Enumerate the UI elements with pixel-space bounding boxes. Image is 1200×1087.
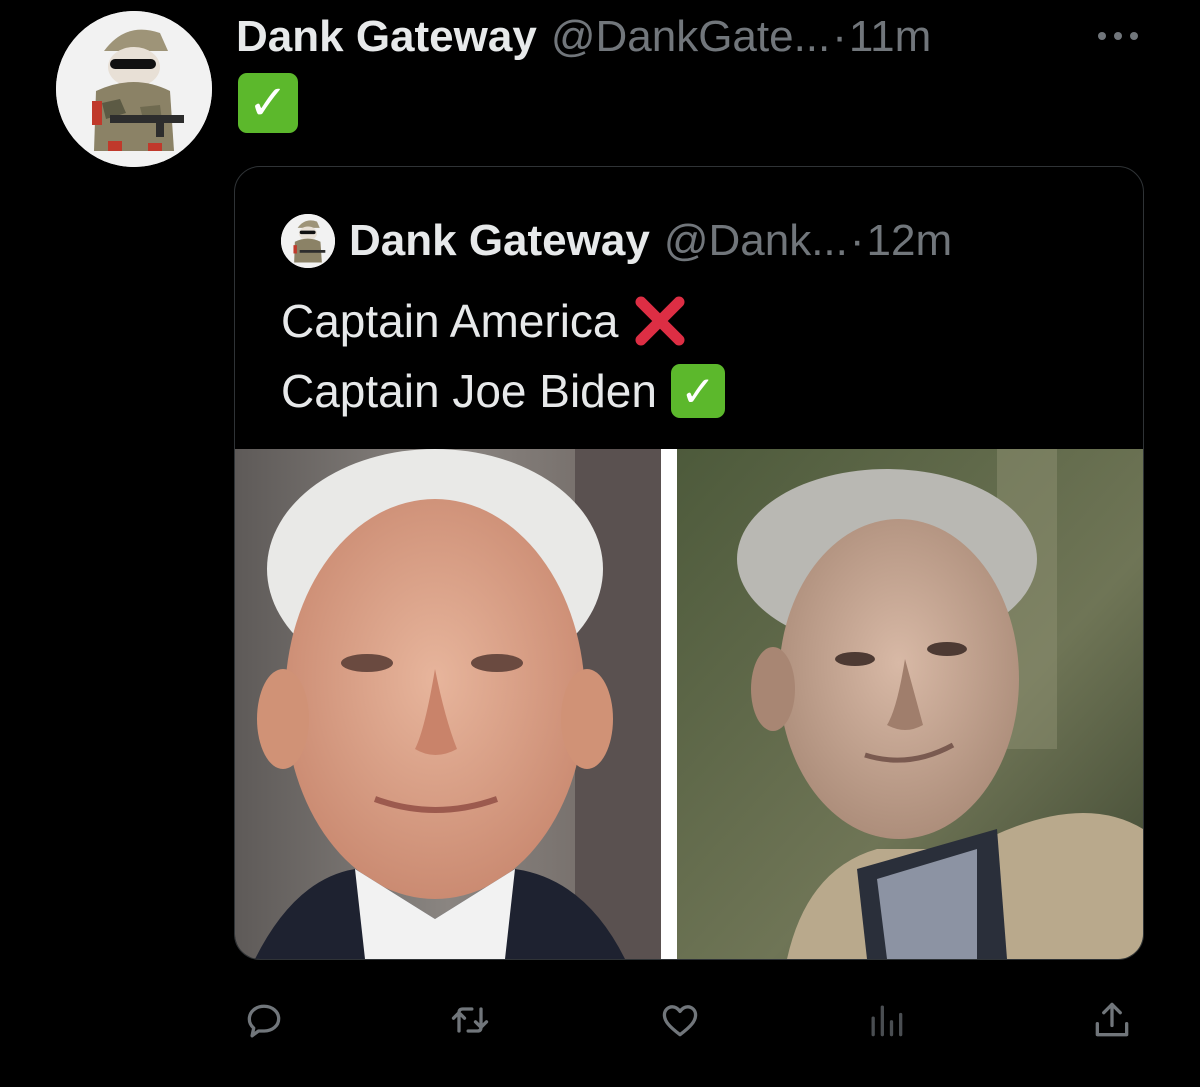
more-options-icon[interactable] (1096, 30, 1140, 42)
display-name[interactable]: Dank Gateway (236, 8, 537, 66)
views-icon (871, 1005, 903, 1037)
photo-divider (661, 449, 677, 959)
timestamp[interactable]: 11m (849, 8, 931, 66)
quoted-display-name: Dank Gateway (349, 216, 650, 265)
retweet-icon (451, 1007, 489, 1033)
separator-dot: · (832, 12, 847, 61)
views-button[interactable] (856, 990, 916, 1050)
quoted-text-line-2-label: Captain Joe Biden (281, 365, 657, 417)
avatar[interactable] (56, 11, 212, 167)
cross-mark-icon (635, 296, 684, 346)
tweet-header: Dank Gateway @DankGate... · 11m (236, 8, 931, 66)
handle[interactable]: @DankGate... (551, 8, 830, 66)
quoted-timestamp: 12m (866, 216, 953, 265)
photo-right[interactable] (677, 449, 1143, 959)
tweet-actions (234, 990, 1142, 1050)
reply-button[interactable] (234, 990, 294, 1050)
quoted-text-line-1-label: Captain America (281, 295, 619, 347)
quoted-tweet-card[interactable]: Dank Gateway @Dank... · 12m Captain Amer… (234, 166, 1144, 960)
photo-left[interactable] (235, 449, 661, 959)
check-mark-icon: ✓ (670, 364, 725, 418)
quoted-text-line-2: Captain Joe Biden ✓ (281, 361, 725, 421)
quoted-avatar (281, 214, 335, 268)
quoted-media[interactable] (235, 449, 1143, 959)
quoted-text-line-1: Captain America (281, 291, 687, 351)
share-icon (1095, 1002, 1129, 1037)
quoted-separator-dot: · (849, 216, 865, 265)
retweet-button[interactable] (440, 990, 500, 1050)
quoted-handle: @Dank... (663, 216, 848, 265)
reply-icon (247, 1004, 281, 1038)
check-mark-icon: ✓ (238, 73, 298, 133)
like-button[interactable] (650, 990, 710, 1050)
quoted-tweet-header: Dank Gateway @Dank... · 12m (281, 213, 952, 269)
share-button[interactable] (1082, 990, 1142, 1050)
heart-icon (662, 1005, 698, 1037)
